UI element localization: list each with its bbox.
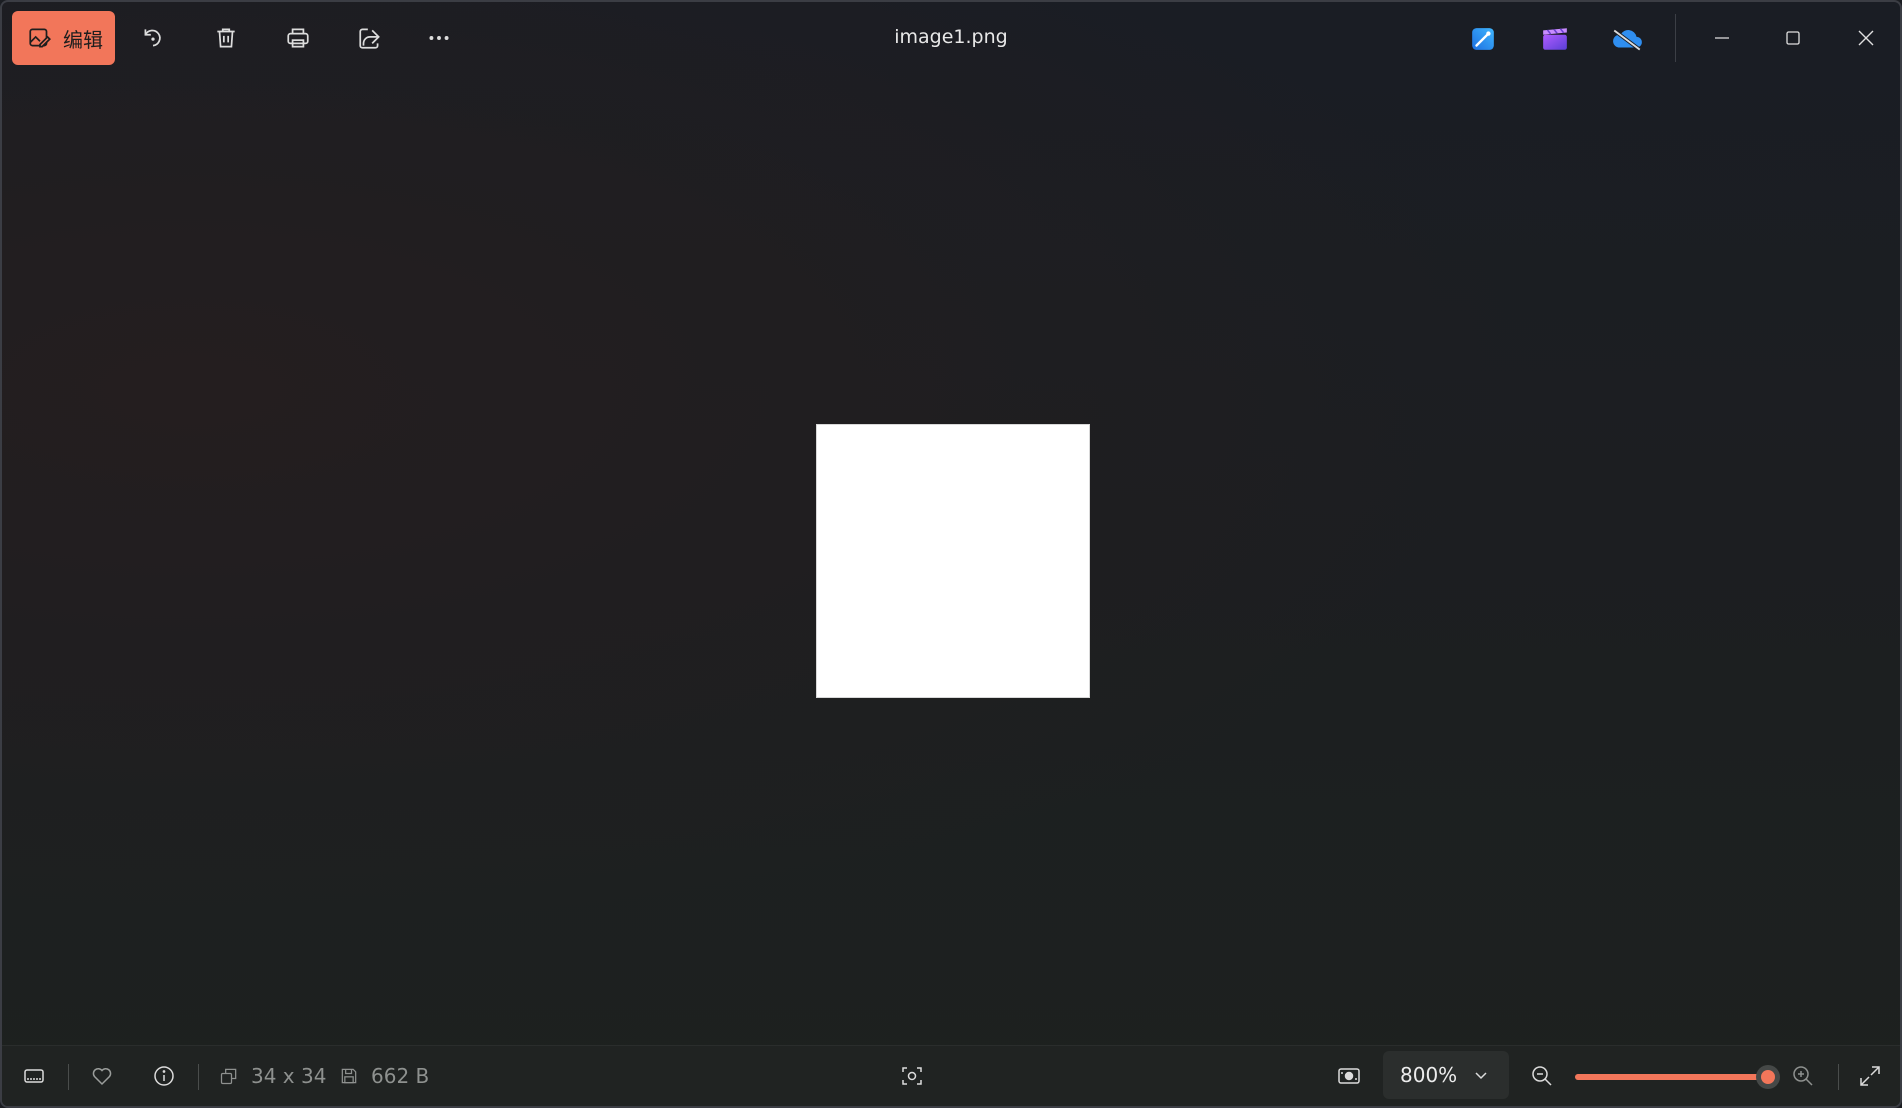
maximize-icon — [1786, 31, 1800, 45]
print-button[interactable] — [276, 16, 320, 60]
info-icon — [154, 1066, 174, 1086]
dimensions-icon — [220, 1068, 237, 1085]
zoom-slider[interactable] — [1575, 1065, 1780, 1089]
filmstrip-toggle-button[interactable] — [12, 1054, 56, 1098]
title-bar: 编辑 image1.png — [2, 2, 1900, 74]
zoom-out-button[interactable] — [1520, 1054, 1564, 1098]
expand-icon — [1860, 1066, 1880, 1086]
title-bar-separator — [1675, 14, 1676, 62]
zoom-dropdown[interactable]: 800% — [1383, 1051, 1509, 1099]
printer-icon — [287, 28, 309, 48]
visual-search-button[interactable] — [890, 1054, 934, 1098]
fit-to-window-button[interactable] — [1327, 1054, 1371, 1098]
heart-icon — [92, 1068, 112, 1086]
clipchamp-app-button[interactable] — [1535, 19, 1575, 59]
displayed-image — [817, 425, 1089, 697]
bottom-separator — [1838, 1064, 1839, 1090]
rotate-icon — [144, 29, 161, 47]
more-icon — [429, 36, 449, 40]
edit-button-label: 编辑 — [63, 27, 103, 52]
onedrive-app-button[interactable] — [1607, 19, 1647, 59]
zoom-out-icon — [1532, 1066, 1552, 1086]
edit-button[interactable]: 编辑 — [12, 11, 115, 65]
more-button[interactable] — [417, 16, 461, 60]
zoom-in-icon — [1793, 1066, 1813, 1086]
bottom-bar: 34 x 34 662 B 800% — [2, 1045, 1900, 1106]
share-button[interactable] — [348, 16, 392, 60]
chevron-down-icon — [1475, 1072, 1487, 1080]
bottom-separator — [198, 1064, 199, 1090]
bottom-separator — [68, 1064, 69, 1090]
rotate-button[interactable] — [131, 16, 175, 60]
file-size: 662 B — [339, 1064, 429, 1088]
close-button[interactable] — [1836, 14, 1896, 62]
zoom-in-button[interactable] — [1781, 1054, 1825, 1098]
zoom-slider-fill — [1575, 1074, 1768, 1080]
visual-search-icon — [902, 1067, 922, 1085]
trash-icon — [217, 28, 235, 48]
delete-button[interactable] — [204, 16, 248, 60]
minimize-button[interactable] — [1692, 14, 1752, 62]
save-disk-icon — [341, 1068, 357, 1084]
fit-image-icon — [1338, 1068, 1360, 1084]
zoom-slider-thumb[interactable] — [1756, 1065, 1780, 1089]
window-title: image1.png — [894, 26, 1008, 48]
photos-window: 编辑 image1.png 34 x 34 662 B 800% — [0, 0, 1902, 1108]
clipchamp-icon — [1543, 28, 1567, 50]
zoom-value: 800% — [1400, 1063, 1458, 1087]
minimize-icon — [1715, 37, 1729, 39]
file-size-text: 662 B — [371, 1064, 430, 1088]
share-icon — [359, 28, 380, 49]
favorite-button[interactable] — [80, 1054, 124, 1098]
designer-icon — [1472, 28, 1494, 50]
fullscreen-button[interactable] — [1848, 1054, 1892, 1098]
image-dimensions: 34 x 34 — [219, 1064, 326, 1088]
dimensions-text: 34 x 34 — [251, 1064, 327, 1088]
filmstrip-icon — [24, 1069, 44, 1083]
onedrive-off-icon — [1613, 29, 1642, 52]
file-info-button[interactable] — [142, 1054, 186, 1098]
close-icon — [1858, 30, 1874, 46]
maximize-button[interactable] — [1763, 14, 1823, 62]
edit-image-icon — [29, 28, 51, 48]
designer-app-button[interactable] — [1463, 19, 1503, 59]
